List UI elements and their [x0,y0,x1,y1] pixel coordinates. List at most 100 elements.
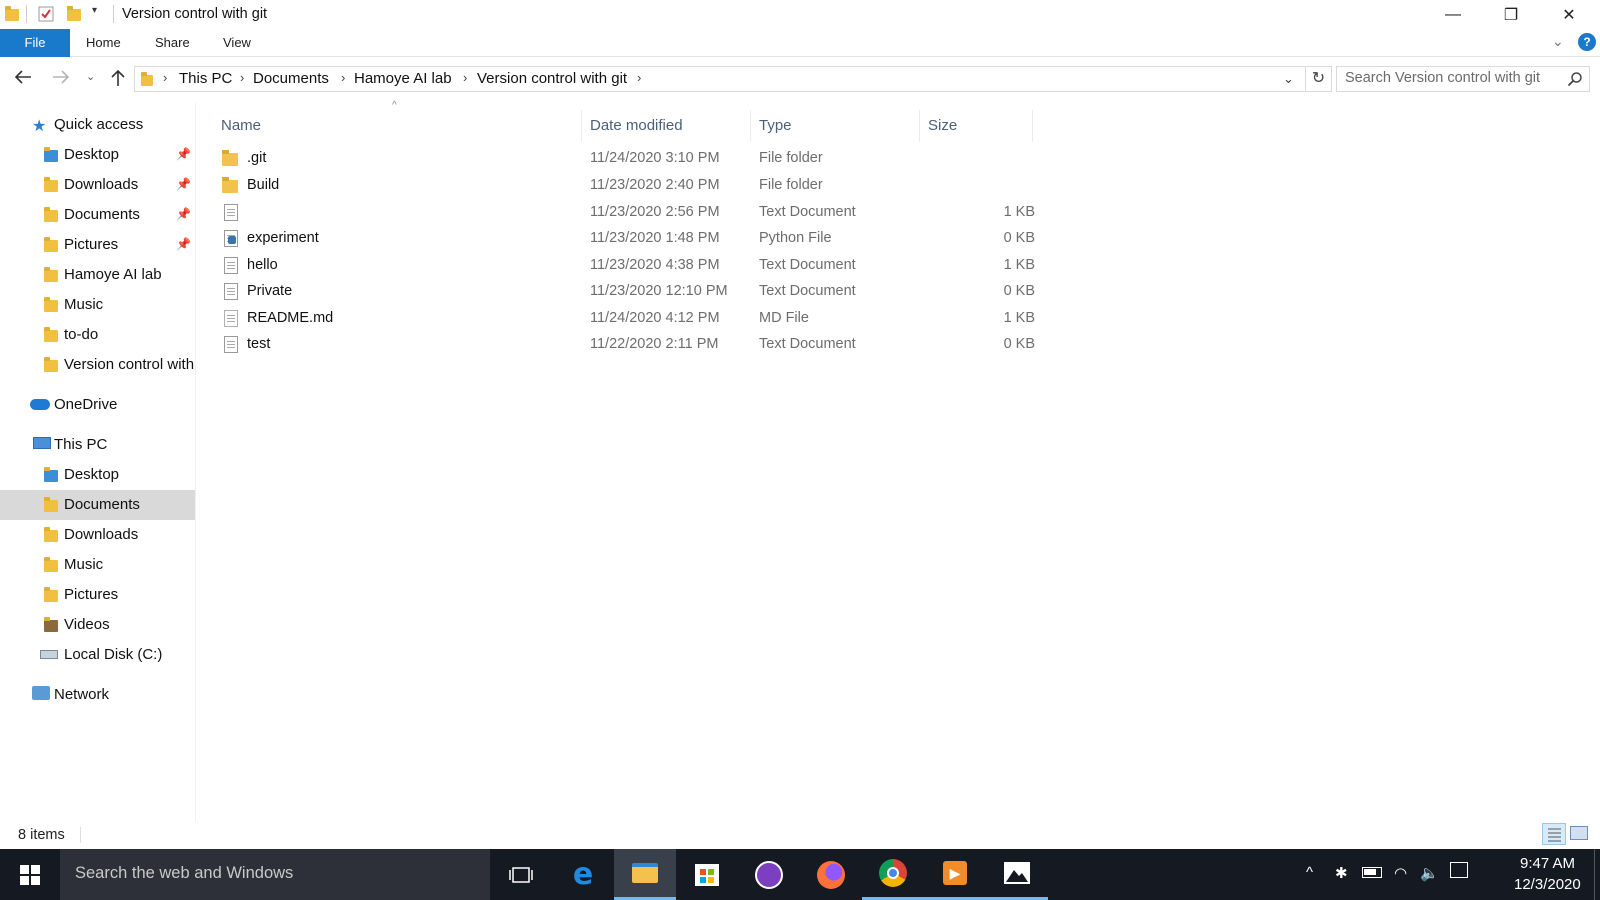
slack-icon[interactable]: ✱ [1335,864,1348,882]
file-row[interactable]: .git 11/24/2020 3:10 PM File folder [212,146,1032,172]
address-bar[interactable]: › This PC › Documents › Hamoye AI lab › … [134,66,1306,92]
close-icon: ✕ [1562,6,1576,24]
file-row[interactable]: test 11/22/2020 2:11 PM Text Document 0 … [212,332,1035,358]
file-name: hello [247,257,278,273]
file-row[interactable]: Build 11/23/2020 2:40 PM File folder [212,173,1032,199]
computer-icon [33,437,51,449]
taskbar-search[interactable]: Search the web and Windows [60,849,490,900]
firefox-app[interactable] [800,849,862,900]
sidebar-item-to-do[interactable]: to-do [0,320,195,350]
tab-home[interactable]: Home [72,29,135,57]
clock-time[interactable]: 9:47 AM [1520,855,1575,872]
breadcrumb-version-control[interactable]: Version control with git [477,70,627,87]
task-view-button[interactable] [490,849,552,900]
sidebar-item-onedrive[interactable]: OneDrive [0,390,195,420]
breadcrumb-documents[interactable]: Documents [253,70,329,87]
chevron-right-icon[interactable]: › [341,70,345,85]
qat-dropdown-icon[interactable]: ▾ [92,5,97,16]
file-row[interactable]: README.md 11/24/2020 4:12 PM MD File 1 K… [212,306,1035,332]
sidebar-item-pictures[interactable]: Pictures 📌 [0,230,195,260]
breadcrumb-hamoye[interactable]: Hamoye AI lab [354,70,452,87]
new-folder-icon[interactable] [66,6,82,22]
file-explorer-app[interactable] [614,849,676,900]
pin-icon[interactable]: 📌 [176,147,191,161]
show-desktop-button[interactable] [1594,849,1600,900]
sidebar-item-this-pc[interactable]: This PC [0,430,195,460]
column-type[interactable]: Type [751,110,920,142]
battery-icon[interactable] [1362,865,1382,882]
notifications-icon[interactable] [1450,862,1468,882]
edge-app[interactable]: e [552,849,614,900]
pin-icon[interactable]: 📌 [176,237,191,251]
wifi-icon[interactable]: ◠ [1394,864,1407,882]
photos-app[interactable] [986,849,1048,900]
sidebar-item-pc-desktop[interactable]: Desktop [0,460,195,490]
help-icon[interactable]: ? [1578,33,1596,51]
address-dropdown-icon[interactable]: ⌄ [1283,71,1294,87]
sidebar-item-pc-music[interactable]: Music [0,550,195,580]
chrome-app[interactable] [862,849,924,900]
pin-icon[interactable]: 📌 [176,177,191,191]
volume-icon[interactable]: 🔈 [1420,864,1439,882]
back-icon[interactable] [14,69,32,90]
sidebar-item-downloads[interactable]: Downloads 📌 [0,170,195,200]
minimize-button[interactable]: — [1424,0,1482,29]
recent-locations-icon[interactable]: ⌄ [86,70,95,83]
forward-icon[interactable] [52,69,70,90]
file-row[interactable]: 11/23/2020 2:56 PM Text Document 1 KB [212,200,1035,226]
sidebar-item-version-control[interactable]: Version control with [0,350,195,380]
pin-icon[interactable]: 📌 [176,207,191,221]
sidebar-item-quick-access[interactable]: ★ Quick access [0,110,195,140]
file-date: 11/23/2020 4:38 PM [590,257,720,273]
restore-button[interactable]: ❐ [1482,0,1540,29]
search-icon[interactable] [1567,71,1583,92]
large-icons-view-icon[interactable] [1570,826,1588,840]
sidebar-item-pc-pictures[interactable]: Pictures [0,580,195,610]
chevron-right-icon[interactable]: › [163,70,167,85]
details-view-icon[interactable] [1542,823,1566,845]
file-row[interactable]: Private 11/23/2020 12:10 PM Text Documen… [212,279,1035,305]
sidebar-item-local-disk[interactable]: Local Disk (C:) [0,640,195,670]
sidebar-item-pc-documents[interactable]: Documents [0,490,195,520]
file-date: 11/23/2020 2:56 PM [590,204,720,220]
file-type: Text Document [759,257,856,273]
chevron-right-icon[interactable]: › [463,70,467,85]
tab-share[interactable]: Share [141,29,204,57]
tab-file[interactable]: File [0,29,70,57]
sidebar-item-documents[interactable]: Documents 📌 [0,200,195,230]
sidebar-item-hamoye-ai-lab[interactable]: Hamoye AI lab [0,260,195,290]
start-button[interactable] [0,849,60,900]
sidebar-item-pc-videos[interactable]: Videos [0,610,195,640]
properties-icon[interactable] [38,6,54,22]
file-type: Text Document [759,336,856,352]
file-row[interactable]: hello 11/23/2020 4:38 PM Text Document 1… [212,253,1035,279]
file-row[interactable]: experiment 11/23/2020 1:48 PM Python Fil… [212,226,1035,252]
sidebar-item-label: to-do [64,326,99,343]
sidebar-item-network[interactable]: Network [0,680,195,710]
chevron-right-icon[interactable]: › [637,70,641,85]
up-icon[interactable] [110,69,126,92]
refresh-icon[interactable]: ↻ [1306,66,1332,92]
github-desktop-app[interactable] [738,849,800,900]
column-size[interactable]: Size [920,110,1033,142]
media-player-app[interactable]: ▶ [924,849,986,900]
chevron-right-icon[interactable]: › [240,70,244,85]
divider [113,5,114,23]
sidebar-item-label: Pictures [64,236,119,253]
expand-ribbon-icon[interactable]: ⌄ [1552,33,1564,50]
search-box[interactable] [1336,66,1590,92]
search-input[interactable] [1345,70,1565,86]
column-name[interactable]: Name [213,110,582,142]
sidebar-item-pc-downloads[interactable]: Downloads [0,520,195,550]
sidebar-item-label: Documents [64,206,140,223]
store-app[interactable] [676,849,738,900]
tab-view[interactable]: View [209,29,265,57]
sidebar-item-music[interactable]: Music [0,290,195,320]
column-date-modified[interactable]: Date modified [582,110,751,142]
sidebar-item-desktop[interactable]: Desktop 📌 [0,140,195,170]
file-size: 0 KB [1003,336,1035,352]
close-button[interactable]: ✕ [1540,0,1598,29]
show-hidden-icons-icon[interactable]: ^ [1306,864,1313,881]
breadcrumb-this-pc[interactable]: This PC [179,70,232,87]
clock-date[interactable]: 12/3/2020 [1514,876,1581,893]
